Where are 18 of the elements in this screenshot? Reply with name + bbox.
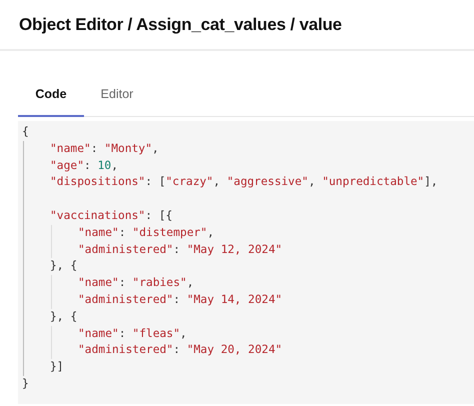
- code-line: "name": "rabies",: [78, 275, 194, 292]
- tab[interactable]: Code: [18, 75, 84, 117]
- code-line: }, {: [50, 258, 78, 274]
- code-line: }: [22, 376, 29, 392]
- code-line: }, {: [50, 308, 78, 325]
- code-line: {: [22, 124, 29, 140]
- tab[interactable]: Editor: [84, 75, 150, 117]
- code-line: "vaccinations": [{: [50, 208, 172, 224]
- code-line: "name": "Monty",: [50, 140, 159, 157]
- code-line: "dispositions": ["crazy", "aggressive", "unpredictable"],: [50, 174, 438, 190]
- code-line: "name": "fleas",: [78, 326, 187, 342]
- page-title: Object Editor / Assign_cat_values / value: [19, 14, 342, 34]
- code-line: "age": 10,: [50, 158, 118, 174]
- code-line: "administered": "May 12, 2024": [78, 242, 282, 258]
- code-line: "name": "distemper",: [78, 224, 214, 241]
- code-line: "administered": "May 14, 2024": [78, 292, 282, 308]
- code-line: }]: [50, 359, 64, 376]
- code-line: "administered": "May 20, 2024": [78, 342, 282, 358]
